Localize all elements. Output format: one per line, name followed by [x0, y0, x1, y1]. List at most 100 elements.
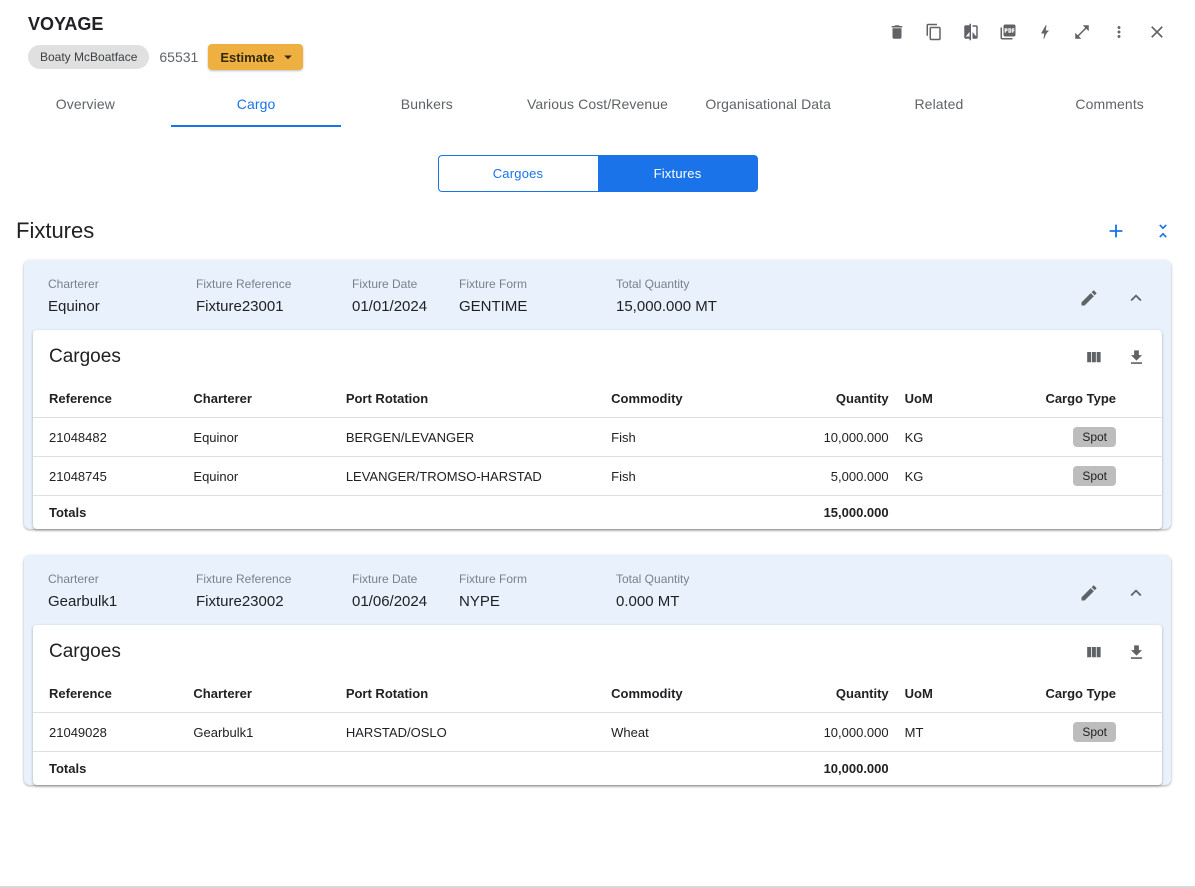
- cargoes-table-actions: [1084, 643, 1146, 662]
- cell-uom: KG: [896, 417, 999, 457]
- field-label: Fixture Form: [459, 572, 528, 586]
- cell-uom: KG: [896, 456, 999, 496]
- totals-quantity: 15,000.000: [800, 495, 897, 529]
- collapse-all-button[interactable]: [1153, 221, 1173, 241]
- cell-cargo-type: Spot: [998, 456, 1162, 496]
- cargoes-card: Cargoes Reference Charterer Port Rotatio…: [33, 625, 1162, 785]
- cell-quantity: 5,000.000: [800, 456, 897, 496]
- fixture-header: Charterer Equinor Fixture Reference Fixt…: [24, 260, 1171, 330]
- field-value: 15,000.000 MT: [616, 298, 717, 315]
- quick-actions-button[interactable]: [1036, 23, 1054, 41]
- tab-organisational-data[interactable]: Organisational Data: [683, 82, 854, 127]
- col-reference: Reference: [49, 391, 112, 406]
- download-button[interactable]: [1127, 643, 1146, 662]
- col-commodity: Commodity: [611, 391, 683, 406]
- field-label: Fixture Reference: [196, 277, 292, 291]
- pdf-button[interactable]: [999, 23, 1017, 41]
- view-toggle-group: Cargoes Fixtures: [0, 155, 1195, 192]
- table-row[interactable]: 21048745 Equinor LEVANGER/TROMSO-HARSTAD…: [33, 456, 1162, 496]
- add-icon: [1109, 224, 1123, 238]
- table-row[interactable]: 21049028 Gearbulk1 HARSTAD/OSLO Wheat 10…: [33, 712, 1162, 752]
- toggle-fixtures-button[interactable]: Fixtures: [597, 155, 758, 192]
- tab-related[interactable]: Related: [854, 82, 1025, 127]
- tab-various-cost-revenue[interactable]: Various Cost/Revenue: [512, 82, 683, 127]
- add-fixture-button[interactable]: [1105, 220, 1127, 242]
- field-label: Fixture Date: [352, 277, 418, 291]
- tab-bunkers[interactable]: Bunkers: [341, 82, 512, 127]
- fixture-card-1: Charterer Equinor Fixture Reference Fixt…: [24, 260, 1171, 529]
- fixture-actions: [1079, 277, 1147, 309]
- delete-button[interactable]: [888, 23, 906, 41]
- col-charterer: Charterer: [193, 391, 252, 406]
- close-icon: [1151, 26, 1163, 38]
- col-quantity: Quantity: [835, 391, 889, 406]
- col-reference: Reference: [49, 686, 112, 701]
- column-settings-button[interactable]: [1084, 348, 1103, 367]
- main-tabs: Overview Cargo Bunkers Various Cost/Reve…: [0, 82, 1195, 127]
- cargoes-title: Cargoes: [49, 346, 121, 367]
- col-cargo-type: Cargo Type: [1045, 391, 1116, 406]
- field-label: Fixture Form: [459, 277, 528, 291]
- totals-row: Totals 10,000.000: [33, 751, 1162, 785]
- cell-quantity: 10,000.000: [800, 712, 897, 752]
- fixture-total-quantity-field: Total Quantity 15,000.000 MT: [616, 277, 1079, 315]
- pencil-icon: [1081, 290, 1097, 306]
- vessel-chip[interactable]: Boaty McBoatface: [28, 45, 150, 69]
- fixture-actions: [1079, 572, 1147, 604]
- cell-quantity: 10,000.000: [800, 417, 897, 457]
- close-button[interactable]: [1147, 22, 1167, 42]
- estimate-dropdown-button[interactable]: Estimate: [208, 44, 303, 70]
- table-row[interactable]: 21048482 Equinor BERGEN/LEVANGER Fish 10…: [33, 417, 1162, 457]
- collapse-fixture-button[interactable]: [1125, 582, 1147, 604]
- chevron-up-icon: [1130, 589, 1142, 597]
- collapse-all-icon: [1159, 224, 1167, 238]
- field-label: Fixture Reference: [196, 572, 292, 586]
- cell-reference: 21048745: [33, 456, 186, 496]
- cargoes-table: Reference Charterer Port Rotation Commod…: [33, 675, 1162, 785]
- download-button[interactable]: [1127, 348, 1146, 367]
- more-options-button[interactable]: [1110, 23, 1128, 41]
- field-label: Charterer: [48, 277, 99, 291]
- kebab-menu-icon: [1117, 26, 1121, 38]
- fixture-date-field: Fixture Date 01/01/2024: [352, 277, 459, 315]
- field-value: Fixture23002: [196, 593, 284, 610]
- toggle-cargoes-button[interactable]: Cargoes: [437, 155, 598, 192]
- download-icon: [1130, 644, 1143, 659]
- cargo-type-badge: Spot: [1073, 466, 1116, 486]
- tab-cargo[interactable]: Cargo: [170, 82, 342, 127]
- cell-charterer: Equinor: [185, 456, 338, 496]
- cargoes-table: Reference Charterer Port Rotation Commod…: [33, 380, 1162, 529]
- chevron-up-icon: [1130, 294, 1142, 302]
- col-cargo-type: Cargo Type: [1045, 686, 1116, 701]
- tab-comments[interactable]: Comments: [1024, 82, 1195, 127]
- voyage-subrow: Boaty McBoatface 65531 Estimate: [28, 44, 303, 70]
- compare-button[interactable]: [962, 23, 980, 41]
- edit-fixture-button[interactable]: [1079, 583, 1099, 603]
- copy-button[interactable]: [925, 23, 943, 41]
- field-value: Gearbulk1: [48, 593, 118, 610]
- fixture-charterer-field: Charterer Gearbulk1: [48, 572, 196, 610]
- field-value: 0.000 MT: [616, 593, 680, 610]
- cell-commodity: Fish: [603, 456, 801, 496]
- field-value: Fixture23001: [196, 298, 284, 315]
- cargoes-title: Cargoes: [49, 641, 121, 662]
- cell-uom: MT: [896, 712, 999, 752]
- fullscreen-button[interactable]: [1073, 23, 1091, 41]
- fixture-card-2: Charterer Gearbulk1 Fixture Reference Fi…: [24, 555, 1171, 785]
- fixture-total-quantity-field: Total Quantity 0.000 MT: [616, 572, 1079, 610]
- field-value: GENTIME: [459, 298, 528, 315]
- col-uom: UoM: [904, 391, 933, 406]
- tab-overview[interactable]: Overview: [0, 82, 171, 127]
- cargo-type-badge: Spot: [1073, 722, 1116, 742]
- col-commodity: Commodity: [611, 686, 683, 701]
- column-settings-button[interactable]: [1084, 643, 1103, 662]
- collapse-fixture-button[interactable]: [1125, 287, 1147, 309]
- cell-reference: 21049028: [33, 712, 186, 752]
- col-quantity: Quantity: [835, 686, 889, 701]
- view-columns-icon: [1087, 351, 1101, 362]
- col-port-rotation: Port Rotation: [345, 391, 429, 406]
- view-columns-icon: [1087, 646, 1101, 657]
- cell-reference: 21048482: [33, 417, 186, 457]
- edit-fixture-button[interactable]: [1079, 288, 1099, 308]
- estimate-label: Estimate: [220, 49, 275, 65]
